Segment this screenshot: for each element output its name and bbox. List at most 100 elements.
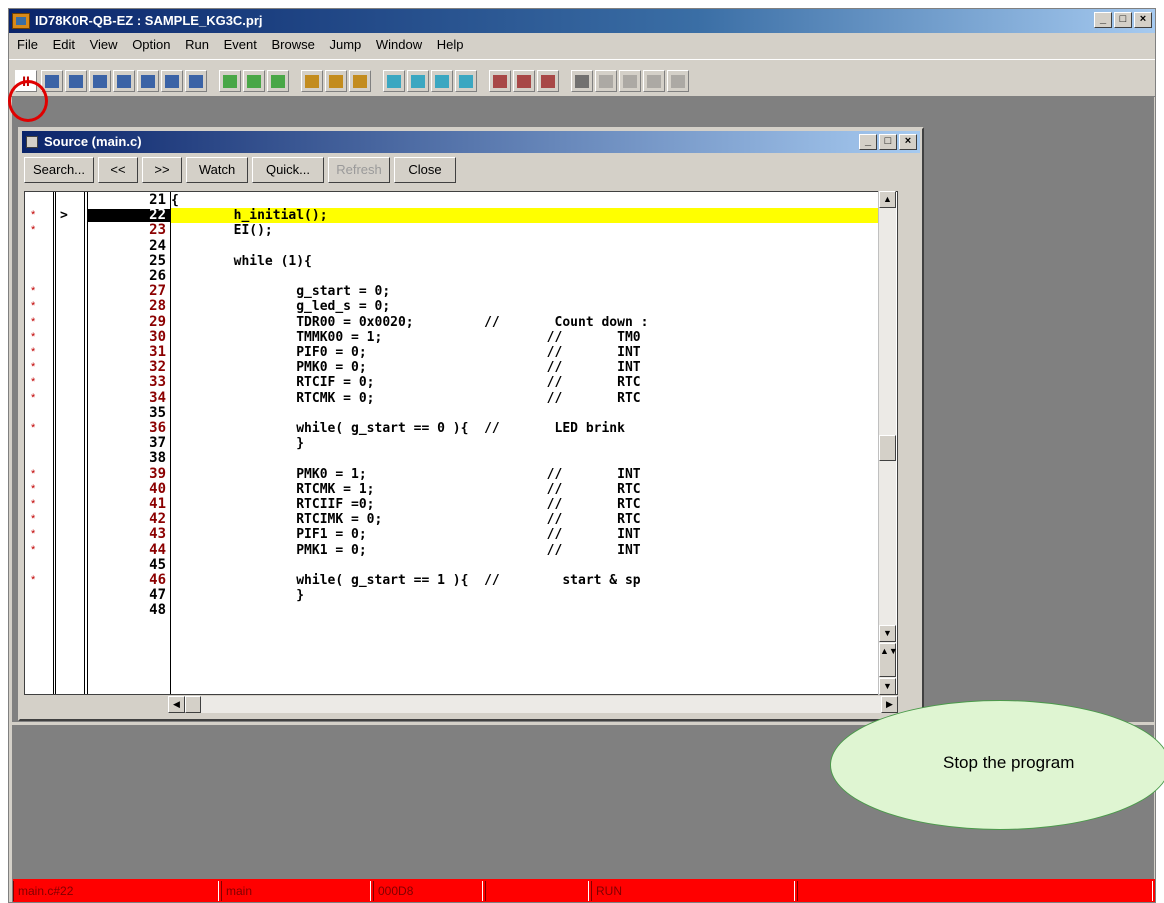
sfr-button[interactable] xyxy=(325,70,347,92)
source-line[interactable]: PIF1 = 0; // INT xyxy=(171,528,640,541)
source-line[interactable]: PMK0 = 0; // INT xyxy=(171,361,640,374)
source-line[interactable]: while( g_start == 1 ){ // start & sp xyxy=(171,574,640,587)
source-line[interactable]: while( g_start == 0 ){ // LED brink xyxy=(171,422,625,435)
title-bar[interactable]: ID78K0R-QB-EZ : SAMPLE_KG3C.prj _ □ × xyxy=(9,9,1155,33)
source-line[interactable]: PMK1 = 0; // INT xyxy=(171,544,640,557)
source-line[interactable]: g_led_s = 0; xyxy=(171,300,390,313)
close-source-button[interactable]: Close xyxy=(394,157,456,183)
step-over-button[interactable] xyxy=(137,70,159,92)
console-button[interactable] xyxy=(571,70,593,92)
scroll-down-button[interactable]: ▼ xyxy=(879,625,896,642)
breakable-line-mark[interactable]: * xyxy=(31,300,35,313)
breakable-line-mark[interactable]: * xyxy=(31,331,35,344)
source-window-titlebar[interactable]: Source (main.c) _ □ × xyxy=(22,131,920,153)
run-to-end-button[interactable] xyxy=(161,70,183,92)
source-line[interactable]: TDR00 = 0x0020; // Count down : xyxy=(171,316,648,329)
breakable-line-mark[interactable]: * xyxy=(31,392,35,405)
snap-button[interactable] xyxy=(513,70,535,92)
scroll-thumb[interactable] xyxy=(879,435,896,461)
breakable-line-mark[interactable]: * xyxy=(31,468,35,481)
source-line[interactable]: PIF0 = 0; // INT xyxy=(171,346,640,359)
source-pane[interactable]: * * * * * * * * * * * * * * * * * * > 21 22 23 24 25 26 27 28 29 3… xyxy=(24,191,898,695)
breakable-line-mark[interactable]: * xyxy=(31,483,35,496)
menu-view[interactable]: View xyxy=(87,37,121,52)
event-button[interactable] xyxy=(431,70,453,92)
menu-jump[interactable]: Jump xyxy=(326,37,364,52)
breakable-line-mark[interactable]: * xyxy=(31,209,35,222)
breakable-line-mark[interactable]: * xyxy=(31,361,35,374)
source-line[interactable]: EI(); xyxy=(171,224,273,237)
source-line[interactable]: } xyxy=(171,589,304,602)
search-button[interactable]: Search... xyxy=(24,157,94,183)
source-line[interactable]: TMMK00 = 1; // TM0 xyxy=(171,331,640,344)
restart-button[interactable] xyxy=(185,70,207,92)
debug-button[interactable] xyxy=(667,70,689,92)
local-var-button[interactable] xyxy=(349,70,371,92)
source-line[interactable]: RTCMK = 1; // RTC xyxy=(171,483,640,496)
watch-button[interactable] xyxy=(383,70,405,92)
source-line[interactable]: g_start = 0; xyxy=(171,285,390,298)
breakable-line-mark[interactable]: * xyxy=(31,285,35,298)
menu-browse[interactable]: Browse xyxy=(268,37,317,52)
source-line[interactable]: RTCIIF =0; // RTC xyxy=(171,498,640,511)
breakable-line-mark[interactable]: * xyxy=(31,574,35,587)
breakable-line-mark[interactable]: * xyxy=(31,528,35,541)
scroll-up-button[interactable]: ▲ xyxy=(879,191,896,208)
breakable-line-mark[interactable]: * xyxy=(31,376,35,389)
source-button[interactable] xyxy=(219,70,241,92)
menu-run[interactable]: Run xyxy=(182,37,212,52)
source-minimize-button[interactable]: _ xyxy=(859,134,877,150)
hscroll-thumb[interactable] xyxy=(185,696,201,713)
source-line[interactable]: PMK0 = 1; // INT xyxy=(171,468,640,481)
source-line[interactable]: RTCMK = 0; // RTC xyxy=(171,392,640,405)
trace-button[interactable] xyxy=(489,70,511,92)
next-button[interactable]: >> xyxy=(142,157,182,183)
stub-button[interactable] xyxy=(537,70,559,92)
start-from-here-button[interactable] xyxy=(89,70,111,92)
horizontal-scrollbar[interactable]: ◀ ▶ xyxy=(168,696,898,713)
minimize-button[interactable]: _ xyxy=(1094,12,1112,28)
menu-event[interactable]: Event xyxy=(221,37,260,52)
breakable-line-mark[interactable]: * xyxy=(31,346,35,359)
source-line[interactable]: h_initial(); xyxy=(171,209,328,222)
menu-edit[interactable]: Edit xyxy=(50,37,78,52)
assemble-button[interactable] xyxy=(243,70,265,92)
breakable-line-mark[interactable]: * xyxy=(31,544,35,557)
break-button[interactable] xyxy=(619,70,641,92)
breakable-line-mark[interactable]: * xyxy=(31,316,35,329)
close-button[interactable]: × xyxy=(1134,12,1152,28)
source-line[interactable]: } xyxy=(171,437,304,450)
scroll-right-button[interactable]: ▶ xyxy=(881,696,898,713)
source-line[interactable]: RTCIF = 0; // RTC xyxy=(171,376,640,389)
register-button[interactable] xyxy=(301,70,323,92)
memory-button[interactable] xyxy=(267,70,289,92)
refresh-button[interactable]: Refresh xyxy=(328,157,390,183)
source-line[interactable]: while (1){ xyxy=(171,255,312,268)
source-maximize-button[interactable]: □ xyxy=(879,134,897,150)
menu-file[interactable]: File xyxy=(14,37,41,52)
go-button[interactable] xyxy=(65,70,87,92)
menu-window[interactable]: Window xyxy=(373,37,425,52)
breakable-line-mark[interactable]: * xyxy=(31,498,35,511)
quick-button[interactable]: Quick... xyxy=(252,157,324,183)
scroll-end-button[interactable]: ▼ xyxy=(879,678,896,695)
menu-option[interactable]: Option xyxy=(129,37,173,52)
scroll-page-button[interactable]: ▲▼ xyxy=(879,643,898,677)
source-close-button[interactable]: × xyxy=(899,134,917,150)
coverage-button[interactable] xyxy=(643,70,665,92)
timer-button[interactable] xyxy=(455,70,477,92)
alert-button[interactable] xyxy=(595,70,617,92)
stack-button[interactable] xyxy=(407,70,429,92)
breakpoint-gutter[interactable]: * * * * * * * * * * * * * * * * * * xyxy=(25,192,54,694)
prev-button[interactable]: << xyxy=(98,157,138,183)
source-line[interactable]: RTCIMK = 0; // RTC xyxy=(171,513,640,526)
maximize-button[interactable]: □ xyxy=(1114,12,1132,28)
breakable-line-mark[interactable]: * xyxy=(31,513,35,526)
return-out-button[interactable] xyxy=(113,70,135,92)
breakable-line-mark[interactable]: * xyxy=(31,422,35,435)
watch-button[interactable]: Watch xyxy=(186,157,248,183)
vertical-scrollbar[interactable]: ▲ ▼ ▲▼ ▼ xyxy=(878,191,898,695)
breakable-line-mark[interactable]: * xyxy=(31,224,35,237)
source-code[interactable]: { h_initial(); EI(); while (1){ g_start … xyxy=(171,192,891,694)
scroll-left-button[interactable]: ◀ xyxy=(168,696,185,713)
